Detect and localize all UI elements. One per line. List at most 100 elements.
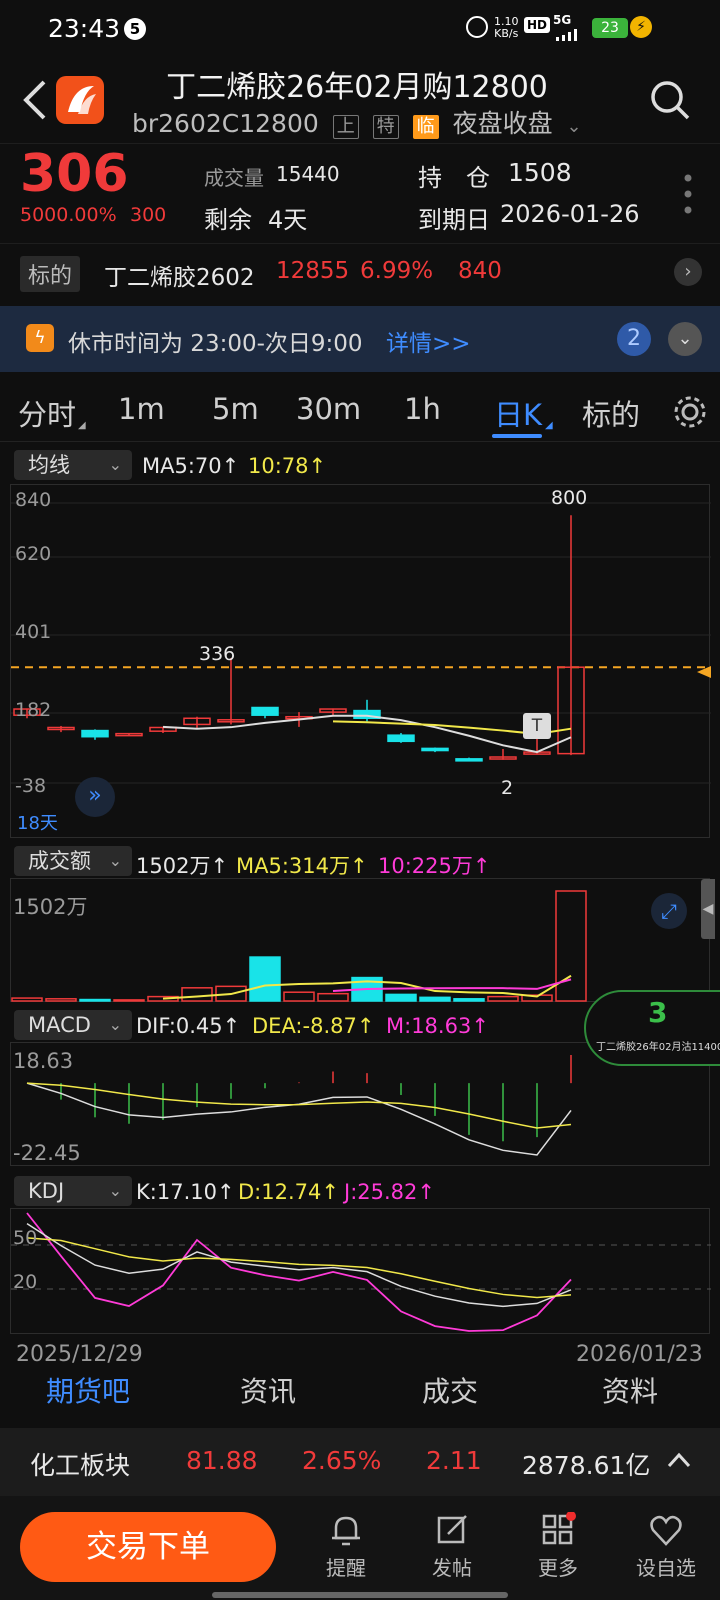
grid-icon	[542, 1511, 576, 1545]
more-label: 更多	[538, 1556, 578, 1580]
kline-chart[interactable]: 840 620 401 182 -38 800 336 2 T 18天 »	[10, 484, 711, 838]
tab-1h[interactable]: 1h	[404, 392, 441, 426]
volume-selector[interactable]: 成交额 ⌄	[14, 846, 132, 876]
tab-trades[interactable]: 成交	[422, 1370, 478, 1410]
sector-percent: 2.65%	[302, 1446, 382, 1475]
search-button[interactable]	[648, 78, 692, 122]
ma5-value: MA5:70↑	[142, 454, 240, 478]
y-axis-tick: -38	[15, 775, 47, 797]
edit-icon	[437, 1515, 467, 1544]
volume-bar	[487, 995, 519, 1002]
ma10-value: 10:78↑	[248, 454, 327, 478]
tab-5m[interactable]: 5m	[212, 392, 259, 426]
expand-icon[interactable]: ⤢	[651, 893, 687, 929]
sector-bar[interactable]: 化工板块 81.88 2.65% 2.11 2878.61亿	[0, 1428, 720, 1496]
underlying-name: 丁二烯胶2602	[104, 265, 255, 291]
exchange-badge: 上	[332, 115, 359, 139]
underlying-change: 840	[458, 258, 502, 284]
tab-1m[interactable]: 1m	[118, 392, 165, 426]
notice-count-badge[interactable]: 2	[617, 322, 651, 356]
collapse-notice-icon[interactable]: ⌄	[668, 322, 702, 356]
kdj-chart[interactable]: 50 20	[10, 1208, 711, 1334]
change-value: 300	[130, 204, 167, 226]
volume-bar	[113, 999, 145, 1002]
tab-underlying[interactable]: 标的	[582, 392, 640, 434]
chevron-up-icon[interactable]	[666, 1450, 692, 1470]
remind-label: 提醒	[326, 1556, 366, 1580]
tab-news[interactable]: 资讯	[240, 1370, 296, 1410]
chevron-right-icon[interactable]: ›	[674, 258, 702, 286]
back-arrow-icon	[23, 80, 46, 120]
add-watchlist-button[interactable]: 设自选	[628, 1512, 704, 1592]
candle-body	[421, 747, 449, 752]
chevron-down-icon: ⌄	[108, 851, 122, 870]
volume-chart[interactable]: 1502万 ⤢ ◀	[10, 878, 715, 1002]
app-screen: 23:43 5 1.10 KB/s HD 5G 23 ⚡ 丁二烯胶26年02月购1…	[0, 0, 720, 1600]
macd-selector-label: MACD	[28, 1013, 91, 1037]
scroll-right-icon[interactable]: »	[75, 777, 115, 817]
kdj-selector[interactable]: KDJ ⌄	[14, 1176, 132, 1206]
session-status[interactable]: 夜盘收盘	[453, 109, 553, 138]
contract-info: br2602C12800 上 特 临 夜盘收盘 ⌄	[132, 104, 582, 140]
y-axis-tick: 840	[15, 489, 52, 511]
battery-icon: 23	[592, 18, 628, 38]
ma-selector[interactable]: 均线 ⌄	[14, 450, 132, 480]
hold-value: 1508	[508, 158, 572, 187]
y-axis-tick: 620	[15, 543, 52, 565]
remind-button[interactable]: 提醒	[316, 1512, 376, 1592]
trade-order-button[interactable]: 交易下单	[20, 1512, 276, 1582]
end-date: 2026/01/23	[576, 1342, 703, 1367]
high-price-label: 800	[551, 487, 588, 509]
volume-value: 15440	[276, 162, 340, 186]
j-line	[26, 1212, 572, 1332]
signal-5g-icon: 5G	[553, 13, 572, 27]
sector-amount: 2878.61亿	[522, 1451, 651, 1480]
underlying-percent: 6.99%	[360, 258, 434, 284]
macd-m: M:18.63↑	[386, 1014, 489, 1038]
y-axis-tick: 1502万	[13, 895, 88, 919]
settings-button[interactable]	[672, 394, 708, 430]
tab-dropdown-icon: ◢	[545, 420, 553, 431]
y-axis-tick: -22.45	[13, 1141, 81, 1165]
app-logo	[56, 76, 104, 124]
underlying-row[interactable]: 标的 丁二烯胶2602 12855 6.99% 840 ›	[0, 254, 720, 298]
t-marker[interactable]: T	[523, 713, 551, 739]
macd-selector[interactable]: MACD ⌄	[14, 1010, 132, 1040]
volume-bar	[283, 991, 315, 1002]
back-button[interactable]	[18, 78, 58, 122]
period-tabs: 分时 ◢ 1m 5m 30m 1h 日K ◢ 标的	[0, 392, 720, 442]
chevron-down-icon: ⌄	[108, 455, 122, 474]
special-badge: 特	[372, 115, 399, 139]
bell-icon	[332, 1516, 360, 1546]
tab-timeshare[interactable]: 分时	[18, 392, 76, 434]
tab-daily-k[interactable]: 日K	[494, 392, 542, 434]
more-dots-icon[interactable]	[684, 174, 692, 214]
chevron-down-icon[interactable]: ⌄	[567, 116, 582, 137]
tab-forum[interactable]: 期货吧	[46, 1370, 130, 1410]
tab-info[interactable]: 资料	[602, 1370, 658, 1410]
tab-30m[interactable]: 30m	[296, 392, 361, 426]
y-axis-tick: 182	[15, 699, 52, 721]
more-button[interactable]: 更多	[528, 1511, 588, 1592]
related-option-name: 丁二烯胶26年02月沽11400	[596, 1042, 720, 1053]
volume-bar	[11, 997, 43, 1002]
side-drawer-handle[interactable]: ◀	[701, 879, 715, 939]
signal-bars-icon	[556, 26, 582, 41]
underlying-price: 12855	[276, 258, 350, 284]
post-button[interactable]: 发帖	[422, 1512, 482, 1592]
sector-value: 81.88	[186, 1446, 258, 1475]
heart-icon	[650, 1515, 682, 1546]
volume-bar	[249, 956, 281, 1002]
volume-bar	[419, 996, 451, 1002]
volume-ma5: MA5:314万↑	[236, 854, 368, 878]
dea-line	[26, 1082, 572, 1129]
expire-label: 到期日	[418, 206, 490, 234]
hold-label: 持 仓	[418, 164, 490, 192]
candle-body	[387, 734, 415, 743]
remain-value: 4天	[268, 206, 308, 234]
bottom-action-bar: 交易下单 提醒 发帖 更多 设自选	[0, 1496, 720, 1600]
watchlist-label: 设自选	[636, 1556, 696, 1580]
candle-body	[251, 706, 279, 716]
related-option-card[interactable]: 3 丁二烯胶26年02月沽11400	[584, 990, 720, 1066]
notice-details-link[interactable]: 详情>>	[386, 324, 471, 358]
